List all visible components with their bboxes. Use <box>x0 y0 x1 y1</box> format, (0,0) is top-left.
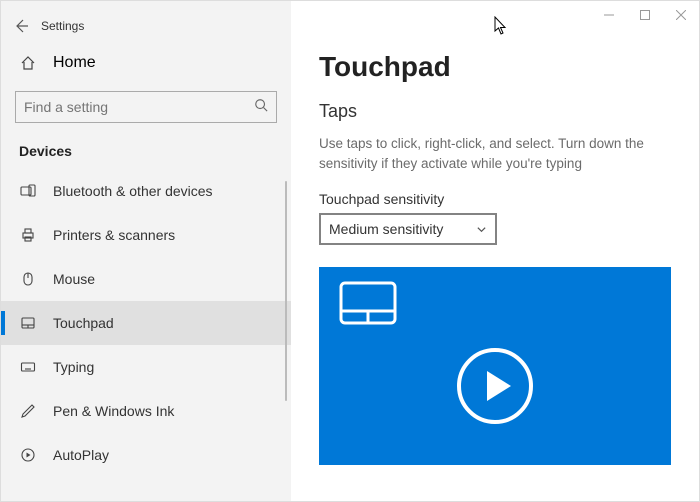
search-icon <box>254 98 268 117</box>
close-button[interactable] <box>663 1 699 29</box>
sidebar-item-mouse[interactable]: Mouse <box>1 257 291 301</box>
nav-list: Bluetooth & other devices Printers & sca… <box>1 169 291 477</box>
page-title: Touchpad <box>319 51 671 83</box>
home-label: Home <box>53 54 96 72</box>
sidebar-scrollbar[interactable] <box>285 181 287 401</box>
chevron-down-icon <box>476 224 487 235</box>
window-controls <box>591 1 699 29</box>
pen-icon <box>19 403 37 419</box>
content-pane: Touchpad Taps Use taps to click, right-c… <box>291 1 699 501</box>
minimize-icon <box>604 10 614 20</box>
sidebar-item-label: Typing <box>53 359 94 375</box>
sidebar-item-label: Pen & Windows Ink <box>53 403 174 419</box>
sensitivity-dropdown[interactable]: Medium sensitivity <box>319 213 497 245</box>
nav-group-label: Devices <box>1 137 291 169</box>
close-icon <box>676 10 686 20</box>
window-title: Settings <box>41 19 84 33</box>
mouse-icon <box>19 271 37 287</box>
play-icon <box>487 371 511 401</box>
section-description: Use taps to click, right-click, and sele… <box>319 134 659 173</box>
touchpad-icon <box>19 315 37 331</box>
play-button[interactable] <box>457 348 533 424</box>
settings-window: Settings Home Devices Bluetooth & other … <box>0 0 700 502</box>
touchpad-preview-video[interactable] <box>319 267 671 465</box>
back-arrow-icon <box>13 18 29 34</box>
home-nav[interactable]: Home <box>1 43 291 83</box>
sidebar-item-label: Printers & scanners <box>53 227 175 243</box>
sidebar-item-typing[interactable]: Typing <box>1 345 291 389</box>
content-inner: Touchpad Taps Use taps to click, right-c… <box>291 1 699 465</box>
touchpad-glyph-icon <box>339 281 397 330</box>
home-icon <box>19 55 37 71</box>
section-title: Taps <box>319 101 671 122</box>
sidebar-item-autoplay[interactable]: AutoPlay <box>1 433 291 477</box>
search-input[interactable] <box>24 99 254 115</box>
sidebar-item-printers[interactable]: Printers & scanners <box>1 213 291 257</box>
autoplay-icon <box>19 447 37 463</box>
search-box[interactable] <box>15 91 277 123</box>
bluetooth-other-icon <box>19 183 37 199</box>
printer-icon <box>19 227 37 243</box>
minimize-button[interactable] <box>591 1 627 29</box>
sidebar-item-touchpad[interactable]: Touchpad <box>1 301 291 345</box>
sidebar-item-label: Bluetooth & other devices <box>53 183 213 199</box>
sensitivity-label: Touchpad sensitivity <box>319 191 671 207</box>
sidebar-item-bluetooth[interactable]: Bluetooth & other devices <box>1 169 291 213</box>
maximize-button[interactable] <box>627 1 663 29</box>
back-button[interactable] <box>1 9 41 43</box>
dropdown-value: Medium sensitivity <box>329 221 443 237</box>
sidebar-item-pen[interactable]: Pen & Windows Ink <box>1 389 291 433</box>
sidebar-item-label: Touchpad <box>53 315 114 331</box>
maximize-icon <box>640 10 650 20</box>
sidebar-item-label: Mouse <box>53 271 95 287</box>
keyboard-icon <box>19 359 37 375</box>
titlebar: Settings <box>1 9 291 43</box>
sidebar-item-label: AutoPlay <box>53 447 109 463</box>
sidebar: Settings Home Devices Bluetooth & other … <box>1 1 291 501</box>
